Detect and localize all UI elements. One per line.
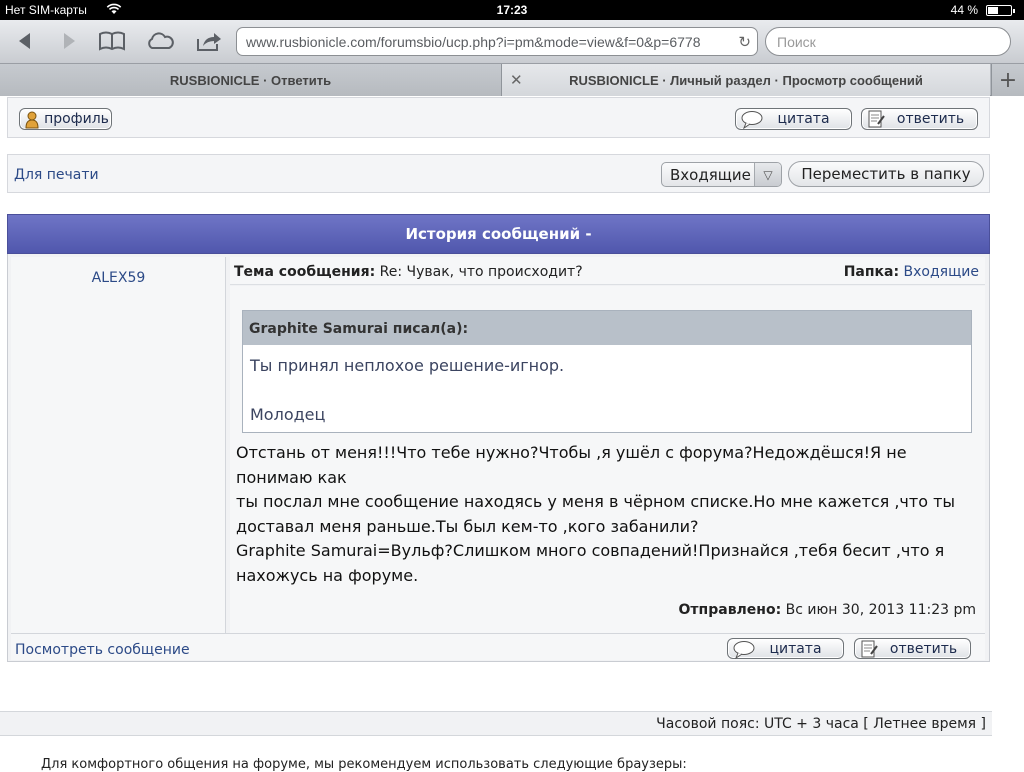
quote-header: Graphite Samurai писал(а):	[243, 311, 971, 345]
message-line: ты послал мне сообщение находясь у меня …	[236, 492, 956, 511]
forward-arrow-icon	[64, 33, 75, 49]
author-column: ALEX59	[11, 257, 226, 633]
share-button[interactable]	[194, 28, 224, 54]
subject-value: Re: Чувак, что происходит?	[379, 264, 583, 280]
folder-info: Папка: Входящие	[844, 264, 979, 280]
bookmarks-button[interactable]	[97, 28, 127, 54]
tab-title: RUSBIONICLE · Ответить	[169, 72, 332, 88]
folder-select[interactable]: Входящие ▽	[661, 162, 782, 187]
book-icon	[99, 31, 125, 51]
sent-label: Отправлено:	[678, 602, 782, 618]
message-panel: ALEX59 Тема сообщения: Re: Чувак, что пр…	[7, 254, 990, 662]
message-line: Отстань от меня!!!Что тебе нужно?Чтобы ,…	[236, 443, 907, 487]
reply-button[interactable]: ответить	[861, 108, 978, 130]
subject: Тема сообщения: Re: Чувак, что происходи…	[234, 264, 583, 280]
url-text: www.rusbionicle.com/forumsbio/ucp.php?i=…	[246, 34, 701, 50]
folder-label: Папка:	[843, 264, 900, 280]
battery-fill	[988, 7, 998, 14]
quote-icon	[733, 641, 755, 659]
quote-block: Graphite Samurai писал(а): Ты принял неп…	[242, 310, 972, 433]
sent-info: Отправлено: Вс июн 30, 2013 11:23 pm	[679, 602, 976, 618]
message-line: Graphite Samurai=Вульф?Слишком много сов…	[236, 541, 945, 560]
page-content: профиль цитата ответить Для печати Входя…	[0, 97, 1024, 772]
timezone-text: Часовой пояс: UTC + 3 часа [ Летнее врем…	[656, 716, 986, 732]
folder-link[interactable]: Входящие	[904, 264, 979, 280]
sent-date: Вс июн 30, 2013 11:23 pm	[785, 602, 976, 618]
profile-button[interactable]: профиль	[19, 108, 112, 130]
top-actions-bar: профиль цитата ответить	[7, 97, 990, 138]
timezone-bar: Часовой пояс: UTC + 3 часа [ Летнее врем…	[0, 711, 992, 736]
reply-button[interactable]: ответить	[854, 638, 971, 659]
subject-label: Тема сообщения:	[234, 264, 376, 280]
browsers-note: Для комфортного общения на форуме, мы ре…	[41, 757, 687, 772]
move-label: Переместить в папку	[801, 165, 971, 183]
status-bar: Нет SIM-карты 17:23 44 %	[0, 0, 1024, 20]
author-name[interactable]: ALEX59	[11, 270, 226, 286]
tab-title: RUSBIONICLE · Личный раздел · Просмотр с…	[569, 72, 923, 88]
share-icon	[197, 33, 221, 51]
move-to-folder-button[interactable]: Переместить в папку	[788, 161, 984, 187]
print-link[interactable]: Для печати	[14, 167, 99, 183]
reload-icon[interactable]: ↻	[738, 33, 751, 51]
clock: 17:23	[496, 3, 528, 17]
search-placeholder: Поиск	[777, 34, 816, 50]
new-tab-button[interactable]: +	[991, 64, 1024, 96]
chevron-down-icon: ▽	[754, 163, 781, 186]
reply-icon	[861, 640, 878, 658]
address-bar[interactable]: www.rusbionicle.com/forumsbio/ucp.php?i=…	[236, 27, 758, 56]
message-line: нахожусь на форуме.	[236, 565, 419, 585]
reply-icon	[868, 110, 885, 128]
forward-button[interactable]	[54, 28, 84, 54]
tab-bar: RUSBIONICLE · Ответить ✕ RUSBIONICLE · Л…	[0, 64, 1024, 96]
search-input[interactable]: Поиск	[765, 27, 1011, 56]
profile-icon	[25, 111, 39, 129]
message-tools-bar: Для печати Входящие ▽ Переместить в папк…	[7, 154, 990, 193]
battery-icon	[986, 5, 1015, 16]
icloud-tabs-button[interactable]	[145, 28, 175, 54]
quote-line: Молодец	[250, 405, 326, 424]
history-title: История сообщений -	[405, 225, 592, 243]
quote-icon	[741, 111, 763, 129]
quote-button[interactable]: цитата	[735, 108, 852, 130]
battery-percent: 44 %	[950, 3, 978, 17]
quote-label: цитата	[777, 111, 830, 127]
history-header: История сообщений -	[7, 214, 990, 254]
cloud-icon	[148, 32, 174, 49]
folder-select-value: Входящие	[670, 166, 751, 184]
reply-label: ответить	[896, 111, 965, 127]
back-arrow-icon	[19, 33, 30, 49]
view-message-link[interactable]: Посмотреть сообщение	[15, 642, 190, 658]
tab-reply[interactable]: RUSBIONICLE · Ответить	[0, 64, 502, 96]
message-text: Отстань от меня!!!Что тебе нужно?Чтобы ,…	[236, 441, 981, 588]
quote-button[interactable]: цитата	[727, 638, 844, 659]
message-footer: Посмотреть сообщение цитата ответить	[11, 633, 985, 660]
browser-toolbar: www.rusbionicle.com/forumsbio/ucp.php?i=…	[0, 20, 1024, 64]
close-tab-icon[interactable]: ✕	[510, 71, 523, 89]
back-button[interactable]	[10, 28, 40, 54]
tab-messages[interactable]: ✕ RUSBIONICLE · Личный раздел · Просмотр…	[502, 64, 990, 96]
quote-label: цитата	[769, 640, 822, 657]
plus-icon: +	[998, 67, 1018, 93]
reply-label: ответить	[889, 640, 958, 657]
message-line: доставал меня раньше.Ты был кем-то ,кого…	[236, 516, 699, 536]
quote-line: Ты принял неплохое решение-игнор.	[250, 356, 565, 375]
message-body: Graphite Samurai писал(а): Ты принял неп…	[230, 286, 985, 633]
subject-row: Тема сообщения: Re: Чувак, что происходи…	[230, 257, 985, 285]
